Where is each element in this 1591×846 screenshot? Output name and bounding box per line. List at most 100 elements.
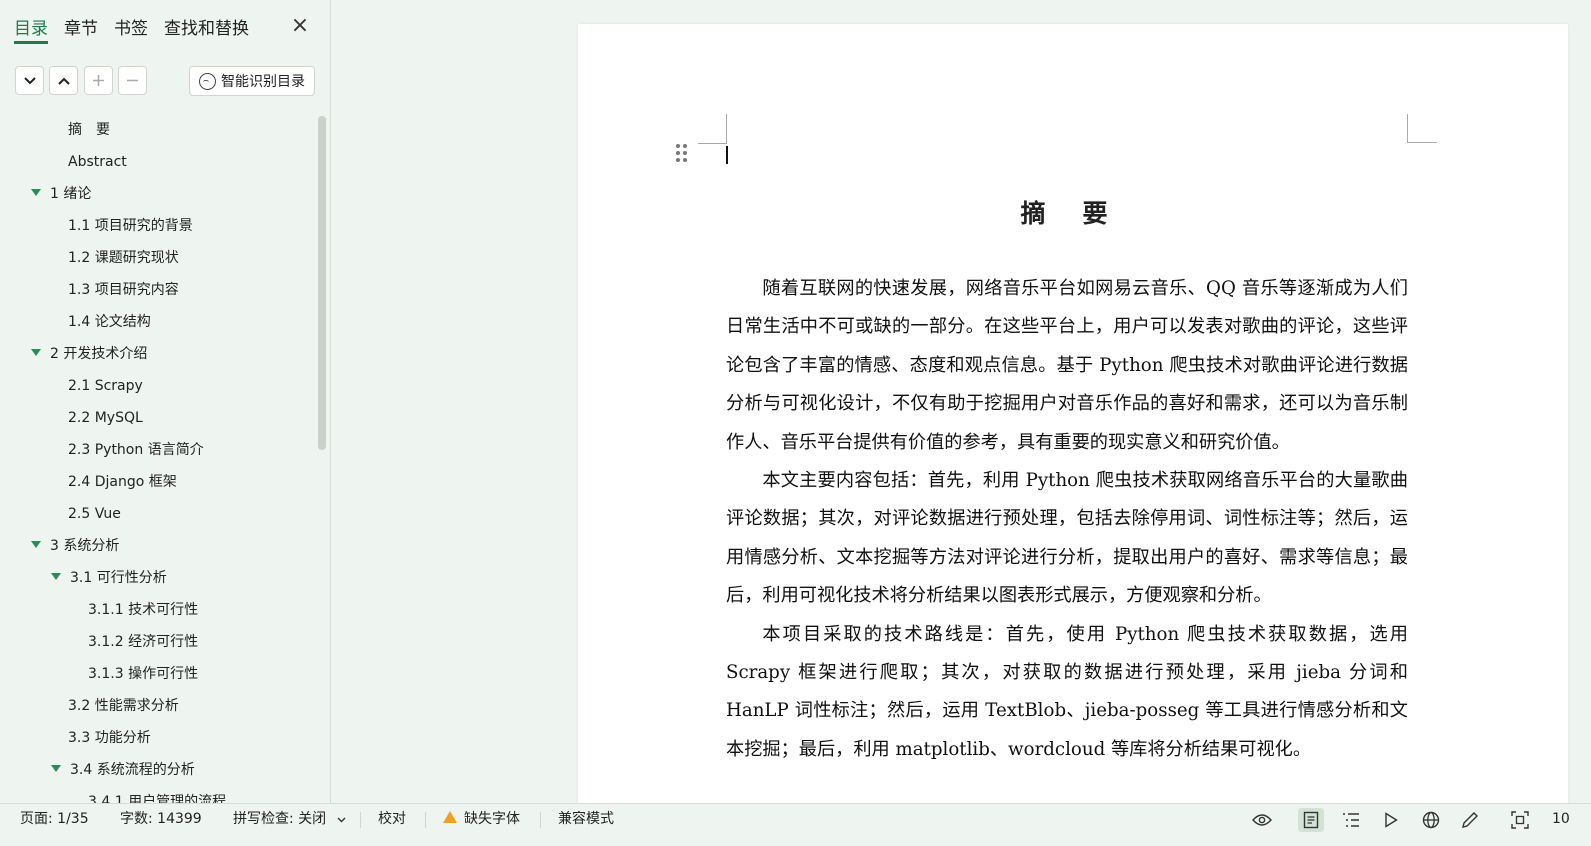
divider: [540, 812, 541, 828]
compat-mode-label: 兼容模式: [558, 811, 614, 827]
divider: [425, 812, 426, 828]
toc-item[interactable]: 3.1.3 操作可行性: [88, 658, 198, 690]
toc-item-label: 2.5 Vue: [68, 506, 121, 522]
document-area: 摘 要 随着互联网的快速发展，网络音乐平台如网易云音乐、QQ 音乐等逐渐成为人们…: [332, 0, 1591, 803]
chevron-up-icon: [57, 77, 70, 85]
toc-item[interactable]: 3 系统分析: [31, 530, 119, 562]
toc-item[interactable]: 摘 要: [68, 114, 110, 146]
toc-item[interactable]: 1 绪论: [31, 178, 91, 210]
page-indicator[interactable]: 页面: 1/35: [20, 804, 89, 835]
page-view-icon[interactable]: [1298, 808, 1324, 832]
toc-item-label: 3.4 系统流程的分析: [70, 762, 195, 778]
toc-item-label: 3.1.3 操作可行性: [88, 666, 199, 682]
toc-list: 摘 要 Abstract 1 绪论 1.1 项目研究的背景 1.2 课题研究现状 1.3 …: [0, 114, 318, 803]
crop-mark: [698, 143, 726, 144]
toc-item[interactable]: 3.2 性能需求分析: [68, 690, 179, 722]
toc-item[interactable]: 2 开发技术介绍: [31, 338, 147, 370]
eye-icon[interactable]: [1249, 808, 1275, 832]
toc-item[interactable]: 2.4 Django 框架: [68, 466, 177, 498]
toc-item[interactable]: 2.2 MySQL: [68, 402, 143, 434]
toc-item-label: 2.4 Django 框架: [68, 474, 177, 490]
toc-item[interactable]: 3.1.2 经济可行性: [88, 626, 198, 658]
paragraph: 本文主要内容包括：首先，利用 Python 爬虫技术获取网络音乐平台的大量歌曲评…: [726, 470, 1408, 607]
toc-item-label: 1.3 项目研究内容: [68, 282, 179, 298]
pen-icon[interactable]: [1457, 808, 1483, 832]
expand-arrow-icon[interactable]: [31, 540, 41, 548]
missing-font-label: 缺失字体: [464, 811, 520, 827]
expand-arrow-icon[interactable]: [51, 764, 61, 772]
zoom-level[interactable]: 10: [1552, 804, 1570, 835]
toc-item-label: 2 开发技术介绍: [50, 346, 148, 362]
toc-item-label: 3 系统分析: [50, 538, 120, 554]
expand-arrow-icon[interactable]: [51, 572, 61, 580]
toc-item[interactable]: 1.2 课题研究现状: [68, 242, 179, 274]
spell-check-toggle[interactable]: 拼写检查: 关闭: [233, 804, 346, 835]
toc-item-label: 2.2 MySQL: [68, 410, 143, 426]
toc-item[interactable]: 1.3 项目研究内容: [68, 274, 179, 306]
smart-toc-label: 智能识别目录: [221, 74, 305, 90]
play-icon[interactable]: [1378, 808, 1404, 832]
drag-handle-icon[interactable]: [676, 144, 688, 164]
toc-item-label: 3.1.1 技术可行性: [88, 602, 199, 618]
tab-bookmarks[interactable]: 书签: [114, 14, 148, 44]
toc-item-label: 1 绪论: [50, 186, 92, 202]
toc-item[interactable]: 1.1 项目研究的背景: [68, 210, 193, 242]
fit-window-icon[interactable]: [1507, 808, 1533, 832]
toc-item-label: 1.4 论文结构: [68, 314, 151, 330]
close-icon[interactable]: ×: [290, 14, 310, 38]
smart-recognize-icon: [199, 72, 216, 90]
add-heading-button[interactable]: [84, 66, 113, 95]
spell-check-label: 拼写检查: 关闭: [233, 811, 327, 827]
crop-mark: [1407, 114, 1408, 143]
toc-item[interactable]: 3.1.1 技术可行性: [88, 594, 198, 626]
toc-item[interactable]: 1.4 论文结构: [68, 306, 151, 338]
toc-item[interactable]: 2.1 Scrapy: [68, 370, 143, 402]
chevron-down-icon: [23, 76, 36, 84]
paragraph: 随着互联网的快速发展，网络音乐平台如网易云音乐、QQ 音乐等逐渐成为人们日常生活…: [726, 278, 1408, 453]
text-cursor: [726, 146, 728, 164]
document-page[interactable]: 摘 要 随着互联网的快速发展，网络音乐平台如网易云音乐、QQ 音乐等逐渐成为人们…: [578, 24, 1568, 803]
proofread-button[interactable]: 校对: [378, 804, 406, 835]
expand-button[interactable]: [15, 66, 44, 95]
tab-find-replace[interactable]: 查找和替换: [164, 14, 249, 44]
crop-mark: [1407, 142, 1437, 143]
tab-chapters[interactable]: 章节: [64, 14, 98, 44]
toc-item[interactable]: 3.4.1 用户管理的流程: [88, 786, 226, 803]
expand-arrow-icon[interactable]: [31, 188, 41, 196]
toc-item[interactable]: 3.3 功能分析: [68, 722, 151, 754]
toc-item[interactable]: 2.5 Vue: [68, 498, 121, 530]
remove-heading-button[interactable]: [118, 66, 147, 95]
plus-icon: [93, 75, 104, 86]
chevron-down-icon: [337, 817, 346, 823]
document-body[interactable]: 随着互联网的快速发展，网络音乐平台如网易云音乐、QQ 音乐等逐渐成为人们日常生活…: [726, 270, 1408, 769]
toc-item-label: 2.1 Scrapy: [68, 378, 143, 394]
toc-toolbar: 智能识别目录: [15, 66, 320, 96]
divider: [360, 812, 361, 828]
toc-item-label: 2.3 Python 语言简介: [68, 442, 204, 458]
tab-toc[interactable]: 目录: [14, 14, 48, 44]
toc-item-label: 1.1 项目研究的背景: [68, 218, 193, 234]
missing-font-button[interactable]: 缺失字体: [443, 804, 520, 835]
navigation-pane: 目录 章节 书签 查找和替换 × 智能识别目录 摘 要 Abstract 1 绪论 1…: [0, 0, 331, 803]
web-icon[interactable]: [1418, 808, 1444, 832]
toc-item-label: Abstract: [68, 154, 127, 170]
toc-item-label: 3.1 可行性分析: [70, 570, 167, 586]
expand-arrow-icon[interactable]: [31, 348, 41, 356]
outline-view-icon[interactable]: [1338, 808, 1364, 832]
warning-icon: [443, 811, 457, 823]
toc-item-label: 3.1.2 经济可行性: [88, 634, 199, 650]
toc-item-label: 摘 要: [68, 122, 110, 138]
toc-scrollbar[interactable]: [318, 116, 326, 450]
toc-item[interactable]: 3.4 系统流程的分析: [51, 754, 195, 786]
smart-toc-button[interactable]: 智能识别目录: [189, 66, 315, 96]
nav-tabs: 目录 章节 书签 查找和替换: [14, 14, 265, 44]
toc-item-label: 3.2 性能需求分析: [68, 698, 179, 714]
toc-item[interactable]: 3.1 可行性分析: [51, 562, 167, 594]
toc-item[interactable]: 2.3 Python 语言简介: [68, 434, 204, 466]
word-count[interactable]: 字数: 14399: [120, 804, 202, 835]
toc-item-label: 1.2 课题研究现状: [68, 250, 179, 266]
toc-item[interactable]: Abstract: [68, 146, 127, 178]
toc-item-label: 3.4.1 用户管理的流程: [88, 794, 227, 803]
collapse-button[interactable]: [49, 66, 78, 95]
paragraph: 本项目采取的技术路线是：首先，使用 Python 爬虫技术获取数据，选用 Scr…: [726, 623, 1408, 760]
